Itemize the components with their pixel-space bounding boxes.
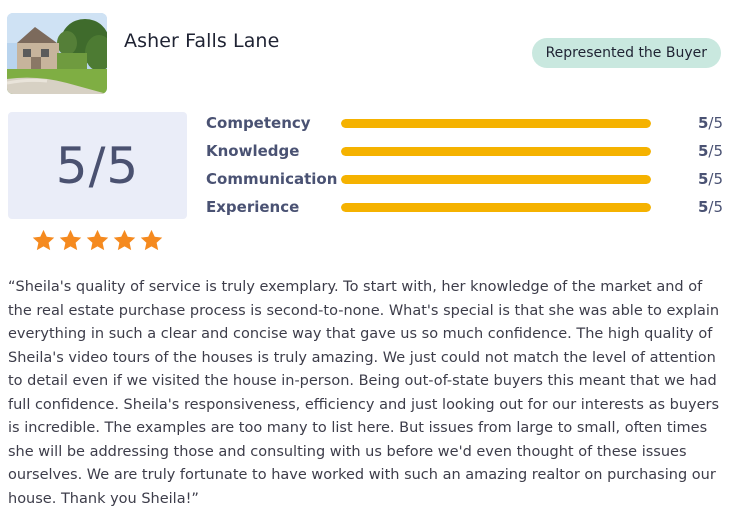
star-rating (31, 228, 164, 253)
category-label: Knowledge (206, 142, 300, 160)
rating-bar-fill (341, 203, 651, 212)
category-row-communication: Communication 5/5 (206, 169, 726, 197)
category-score: 5/5 (697, 198, 723, 216)
category-row-experience: Experience 5/5 (206, 197, 726, 225)
category-row-competency: Competency 5/5 (206, 113, 726, 141)
star-icon (32, 229, 55, 251)
overall-score: 5/5 (55, 136, 140, 195)
represented-buyer-badge: Represented the Buyer (531, 38, 721, 68)
review-text: “Sheila's quality of service is truly ex… (8, 279, 720, 507)
star-icon (113, 229, 136, 251)
star-icon (59, 229, 82, 251)
star-icon (140, 229, 163, 251)
rating-bar-fill (341, 175, 651, 184)
rating-bar (341, 119, 651, 128)
category-score: 5/5 (697, 170, 723, 188)
property-photo[interactable] (7, 13, 107, 94)
rating-bar-fill (341, 119, 651, 128)
category-label: Experience (206, 198, 300, 216)
category-row-knowledge: Knowledge 5/5 (206, 141, 726, 169)
category-ratings: Competency 5/5 Knowledge 5/5 Communicati… (206, 113, 726, 225)
rating-bar (341, 147, 651, 156)
overall-score-box: 5/5 (8, 112, 187, 219)
rating-bar (341, 175, 651, 184)
category-score: 5/5 (697, 142, 723, 160)
category-label: Communication (206, 170, 338, 188)
rating-bar-fill (341, 147, 651, 156)
listing-title: Asher Falls Lane (124, 30, 280, 52)
category-label: Competency (206, 114, 311, 132)
category-score: 5/5 (697, 114, 723, 132)
rating-bar (341, 203, 651, 212)
star-icon (86, 229, 109, 251)
